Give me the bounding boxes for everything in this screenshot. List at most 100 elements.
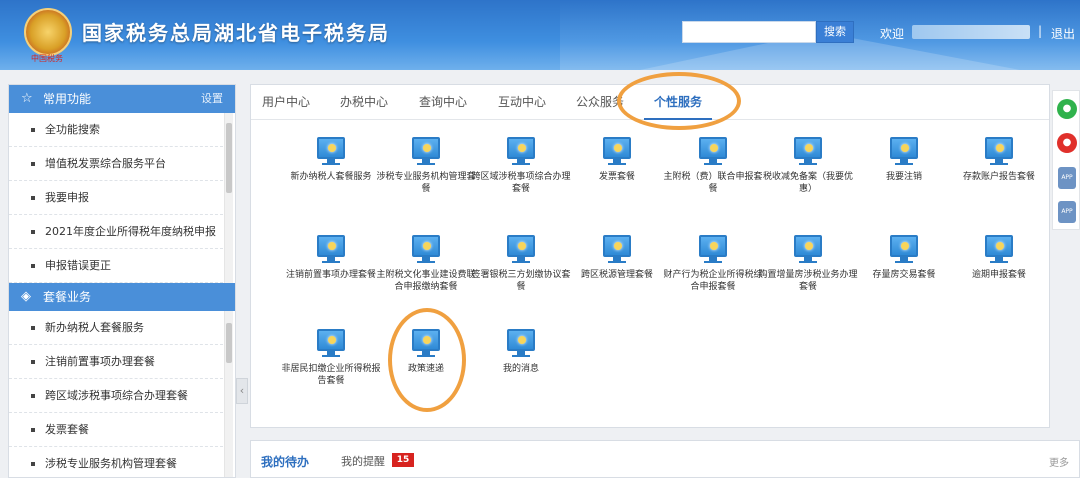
tab-user-center[interactable]: 用户中心 [262, 85, 310, 119]
bullet-icon [31, 196, 35, 200]
tab-my-reminders[interactable]: 我的提醒 [341, 453, 385, 469]
scrollbar-thumb[interactable] [226, 123, 232, 193]
sidebar-item-new-taxpayer[interactable]: 新办纳税人套餐服务 [9, 311, 223, 345]
bullet-icon [31, 394, 35, 398]
monitor-icon [507, 137, 535, 159]
tile-label: 涉税专业服务机构管理套餐 [376, 172, 476, 194]
tile-overdue-declare[interactable]: 逾期申报套餐 [949, 235, 1049, 315]
bullet-icon [31, 360, 35, 364]
tile-property-behavior[interactable]: 财产行为税企业所得税综合申报套餐 [663, 235, 763, 315]
reminder-count-badge: 15 [392, 453, 414, 467]
tile-label: 非居民扣缴企业所得税报告套餐 [281, 364, 381, 386]
tile-label: 跨区域涉税事项综合办理套餐 [471, 172, 571, 194]
tile-tax-relief[interactable]: 税收减免备案（我要优惠） [758, 137, 858, 217]
monitor-icon [507, 329, 535, 351]
menu-label: 新办纳税人套餐服务 [45, 321, 144, 334]
tile-agency[interactable]: 涉税专业服务机构管理套餐 [376, 137, 476, 217]
sidebar-collapse-chevron-icon[interactable]: ‹ [236, 378, 248, 404]
tile-label: 税收减免备案（我要优惠） [762, 172, 853, 194]
sidebar: ☆ 常用功能 设置 全功能搜索 增值税发票综合服务平台 我要申报 2021年度企… [8, 84, 236, 478]
weibo-icon[interactable]: ● [1057, 133, 1077, 153]
tab-query-center[interactable]: 查询中心 [419, 85, 467, 119]
sidebar-item-invoice-platform[interactable]: 增值税发票综合服务平台 [9, 147, 223, 181]
tile-my-messages[interactable]: 我的消息 [471, 329, 571, 409]
tile-culture-fee[interactable]: 主附税文化事业建设费联合申报缴纳套餐 [376, 235, 476, 315]
sidebar-section-common[interactable]: ☆ 常用功能 设置 [9, 85, 235, 113]
site-header: 中国税务 国家税务总局湖北省电子税务局 搜索 欢迎 | 退出 [0, 0, 1080, 70]
tile-invoice[interactable]: 发票套餐 [567, 137, 667, 217]
main-panel: 用户中心 办税中心 查询中心 互动中心 公众服务 个性服务 新办纳税人套餐服务 … [250, 84, 1050, 428]
bullet-icon [31, 162, 35, 166]
monitor-icon [412, 137, 440, 159]
search-button[interactable]: 搜索 [816, 21, 854, 43]
tile-label: 政策速递 [407, 364, 444, 374]
tile-deregister[interactable]: 我要注销 [854, 137, 954, 217]
tab-personal-service[interactable]: 个性服务 [643, 85, 713, 120]
section-title: 套餐业务 [43, 290, 92, 304]
menu-label: 2021年度企业所得税年度纳税申报 [45, 225, 216, 238]
site-title: 国家税务总局湖北省电子税务局 [82, 21, 390, 45]
tile-new-housing[interactable]: 购置增量房涉税业务办理套餐 [758, 235, 858, 315]
sidebar-item-full-search[interactable]: 全功能搜索 [9, 113, 223, 147]
tile-existing-housing[interactable]: 存量房交易套餐 [854, 235, 954, 315]
tile-label: 主附税（费）联合申报套餐 [663, 172, 763, 194]
wechat-icon[interactable]: ● [1057, 99, 1077, 119]
tile-tripartite-agreement[interactable]: 签署银税三方划缴协议套餐 [471, 235, 571, 315]
tile-label: 跨区税源管理套餐 [580, 270, 653, 280]
more-link[interactable]: 更多 [1049, 454, 1069, 469]
tab-tax-center[interactable]: 办税中心 [340, 85, 388, 119]
tile-new-taxpayer[interactable]: 新办纳税人套餐服务 [281, 137, 381, 217]
app-download-icon[interactable]: APP [1058, 201, 1076, 223]
menu-label: 跨区域涉税事项综合办理套餐 [45, 389, 188, 402]
sidebar-scrollbar[interactable] [224, 113, 233, 283]
todo-panel: 我的待办 我的提醒 15 更多 [250, 440, 1080, 478]
monitor-icon [317, 235, 345, 257]
monitor-icon [603, 235, 631, 257]
tile-nonresident-withholding[interactable]: 非居民扣缴企业所得税报告套餐 [281, 329, 381, 409]
logout-link[interactable]: 退出 [1051, 25, 1075, 42]
tile-label: 存款账户报告套餐 [962, 172, 1035, 182]
sidebar-item-invoice[interactable]: 发票套餐 [9, 413, 223, 447]
tile-deposit-account[interactable]: 存款账户报告套餐 [949, 137, 1049, 217]
scrollbar-thumb[interactable] [226, 323, 232, 363]
tab-public-service[interactable]: 公众服务 [576, 85, 624, 119]
bullet-icon [31, 462, 35, 466]
menu-label: 发票套餐 [45, 423, 89, 436]
sidebar-item-correction[interactable]: 申报错误更正 [9, 249, 223, 283]
header-separator: | [1038, 24, 1043, 38]
tile-label: 财产行为税企业所得税综合申报套餐 [663, 270, 763, 292]
tile-deregister-prereq[interactable]: 注销前置事项办理套餐 [281, 235, 381, 315]
tile-label: 签署银税三方划缴协议套餐 [471, 270, 571, 292]
settings-link[interactable]: 设置 [201, 85, 223, 113]
monitor-icon [890, 235, 918, 257]
app-download-icon[interactable]: APP [1058, 167, 1076, 189]
tile-label: 逾期申报套餐 [971, 270, 1026, 280]
monitor-icon [794, 235, 822, 257]
monitor-icon [317, 137, 345, 159]
sidebar-item-annual-cit[interactable]: 2021年度企业所得税年度纳税申报 [9, 215, 223, 249]
sidebar-item-agency[interactable]: 涉税专业服务机构管理套餐 [9, 447, 223, 477]
sidebar-item-cross-region[interactable]: 跨区域涉税事项综合办理套餐 [9, 379, 223, 413]
share-float-bar: ● ● APP APP [1052, 90, 1080, 230]
search-input[interactable] [682, 21, 816, 43]
sidebar-item-declare[interactable]: 我要申报 [9, 181, 223, 215]
tile-joint-declare[interactable]: 主附税（费）联合申报套餐 [663, 137, 763, 217]
tile-label: 新办纳税人套餐服务 [290, 172, 372, 182]
tab-bar: 用户中心 办税中心 查询中心 互动中心 公众服务 个性服务 [251, 85, 1049, 120]
sidebar-scrollbar[interactable] [224, 311, 233, 477]
tile-label: 我的消息 [502, 364, 539, 374]
tab-my-todo[interactable]: 我的待办 [261, 453, 309, 470]
menu-label: 申报错误更正 [45, 259, 111, 272]
tile-cross-region[interactable]: 跨区域涉税事项综合办理套餐 [471, 137, 571, 217]
tile-label: 注销前置事项办理套餐 [285, 270, 376, 280]
sidebar-section-package[interactable]: ◈ 套餐业务 [9, 283, 235, 311]
tile-tax-source[interactable]: 跨区税源管理套餐 [567, 235, 667, 315]
monitor-icon [890, 137, 918, 159]
tax-emblem-logo [24, 8, 72, 56]
tile-policy-express[interactable]: 政策速递 [376, 329, 476, 409]
tile-label: 我要注销 [885, 172, 922, 182]
menu-label: 全功能搜索 [45, 123, 100, 136]
tab-interaction-center[interactable]: 互动中心 [498, 85, 546, 119]
sidebar-item-deregister-prereq[interactable]: 注销前置事项办理套餐 [9, 345, 223, 379]
welcome-text: 欢迎 [880, 27, 905, 41]
